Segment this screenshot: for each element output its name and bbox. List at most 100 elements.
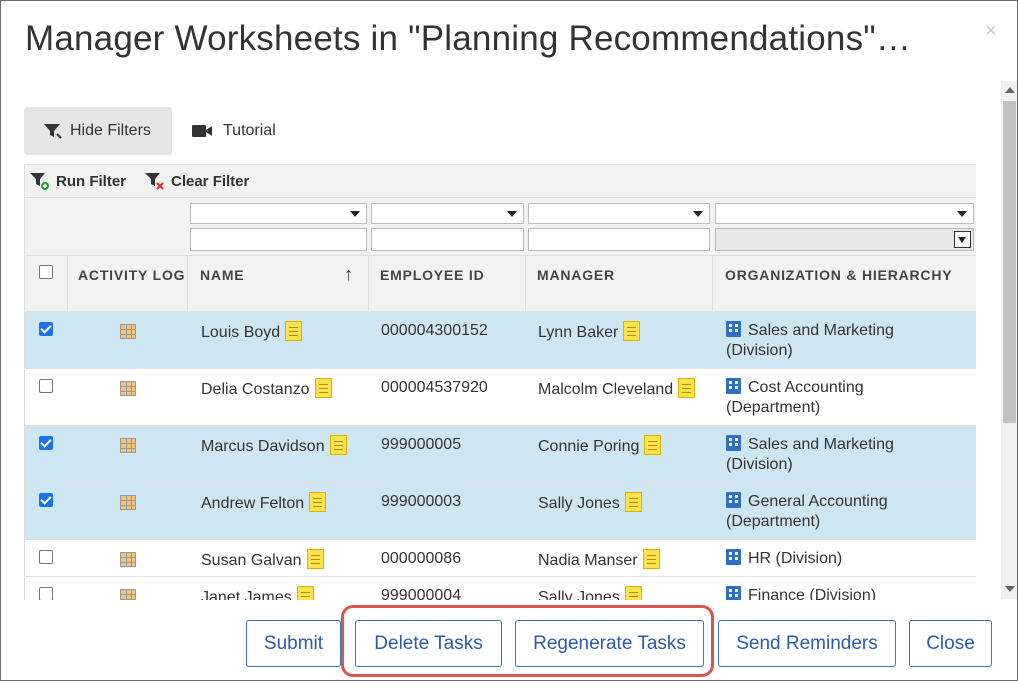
- building-icon: [726, 492, 741, 508]
- organization-level: (Department): [726, 399, 821, 416]
- column-header-activity-log[interactable]: ACTIVITY LOG: [68, 256, 188, 312]
- table-row[interactable]: Delia Costanzo 000004537920 Malcolm Clevel…: [25, 369, 976, 426]
- row-checkbox[interactable]: [39, 322, 53, 336]
- note-icon[interactable]: [624, 586, 642, 600]
- note-icon[interactable]: [644, 435, 662, 455]
- employee-name: Delia Costanzo: [201, 381, 310, 398]
- row-checkbox[interactable]: [39, 550, 53, 564]
- activity-log-icon[interactable]: [120, 589, 136, 600]
- scroll-up-arrow-icon[interactable]: [1005, 87, 1015, 93]
- column-header-name[interactable]: NAME ↑: [188, 256, 369, 312]
- note-icon[interactable]: [329, 435, 347, 455]
- organization-cell: HR (Division): [726, 549, 842, 569]
- manager-name: Sally Jones: [538, 495, 620, 512]
- column-header-organization[interactable]: ORGANIZATION & HIERARCHY: [713, 256, 976, 312]
- name-cell: Marcus Davidson: [201, 435, 347, 457]
- scroll-down-arrow-icon[interactable]: [1005, 586, 1015, 592]
- organization-name: HR (Division): [748, 550, 843, 567]
- employee-name: Janet James: [201, 589, 292, 600]
- activity-log-icon[interactable]: [120, 438, 136, 453]
- organization-level: (Division): [726, 456, 793, 473]
- organization-filter-dropdown[interactable]: [954, 231, 971, 248]
- organization-filter-input: [715, 228, 974, 251]
- note-icon[interactable]: [285, 321, 303, 341]
- employee-id-cell: 999000003: [381, 493, 462, 510]
- table-row[interactable]: Marcus Davidson 999000005 Connie Poring Sal…: [25, 426, 976, 483]
- table-row[interactable]: Janet James 999000004 Sally Jones Finance (…: [25, 577, 976, 600]
- manager-cell: Nadia Manser: [538, 549, 660, 571]
- table-row[interactable]: Susan Galvan 000000086 Nadia Manser HR (Div…: [25, 540, 976, 577]
- hide-filters-button[interactable]: Hide Filters: [24, 107, 172, 155]
- name-filter-operator[interactable]: [190, 203, 367, 224]
- employee-id-cell: 999000005: [381, 436, 462, 453]
- name-cell: Delia Costanzo: [201, 378, 332, 400]
- table-row[interactable]: Louis Boyd 000004300152 Lynn Baker Sales an…: [25, 312, 976, 369]
- close-button[interactable]: Close: [909, 620, 992, 667]
- name-cell: Janet James: [201, 586, 314, 600]
- employee-id-cell: 999000004: [381, 587, 462, 600]
- submit-button[interactable]: Submit: [246, 620, 341, 667]
- delete-tasks-button[interactable]: Delete Tasks: [355, 620, 502, 667]
- organization-name: Sales and Marketing: [748, 322, 894, 339]
- note-icon[interactable]: [623, 321, 641, 341]
- name-cell: Andrew Felton: [201, 492, 327, 514]
- note-icon[interactable]: [306, 549, 324, 569]
- organization-cell: General Accounting (Department): [726, 492, 888, 532]
- regenerate-tasks-button[interactable]: Regenerate Tasks: [515, 620, 704, 667]
- tutorial-button[interactable]: Tutorial: [191, 107, 276, 155]
- note-icon[interactable]: [642, 549, 660, 569]
- name-filter-input[interactable]: [190, 228, 367, 251]
- organization-name: Cost Accounting: [748, 379, 864, 396]
- row-checkbox[interactable]: [39, 379, 53, 393]
- employee-id-cell: 000004537920: [381, 379, 488, 396]
- note-icon[interactable]: [678, 378, 696, 398]
- note-icon[interactable]: [314, 378, 332, 398]
- select-all-checkbox[interactable]: [39, 265, 53, 279]
- manager-cell: Lynn Baker: [538, 321, 641, 343]
- organization-cell: Cost Accounting (Department): [726, 378, 864, 418]
- employee-id-cell: 000004300152: [381, 322, 488, 339]
- activity-log-icon[interactable]: [120, 495, 136, 510]
- manager-filter-operator[interactable]: [528, 203, 710, 224]
- note-icon[interactable]: [624, 492, 642, 512]
- manager-filter-input[interactable]: [528, 228, 710, 251]
- filter-add-icon: [30, 173, 49, 190]
- employee-name: Marcus Davidson: [201, 438, 325, 455]
- organization-filter-operator[interactable]: [715, 203, 974, 224]
- building-icon: [726, 321, 741, 337]
- send-reminders-button[interactable]: Send Reminders: [718, 620, 896, 667]
- scrollbar-thumb[interactable]: [1003, 101, 1016, 423]
- column-header-employee-id[interactable]: EMPLOYEE ID: [369, 256, 526, 312]
- activity-log-icon[interactable]: [120, 324, 136, 339]
- manager-worksheets-dialog: Manager Worksheets in "Planning Recommen…: [0, 0, 1018, 681]
- activity-log-icon[interactable]: [120, 552, 136, 567]
- close-icon[interactable]: ×: [985, 21, 997, 41]
- row-checkbox[interactable]: [39, 587, 53, 600]
- column-filters: [25, 198, 976, 256]
- note-icon[interactable]: [296, 586, 314, 600]
- run-filter-label: Run Filter: [56, 172, 126, 190]
- row-checkbox[interactable]: [39, 436, 53, 450]
- run-filter-button[interactable]: Run Filter: [29, 171, 126, 191]
- sort-ascending-icon: ↑: [344, 264, 354, 284]
- organization-cell: Sales and Marketing (Division): [726, 435, 894, 475]
- organization-level: (Division): [726, 342, 793, 359]
- activity-log-icon[interactable]: [120, 381, 136, 396]
- dialog-title: Manager Worksheets in "Planning Recommen…: [25, 19, 912, 58]
- employee-name: Susan Galvan: [201, 552, 302, 569]
- employee-id-filter-input[interactable]: [371, 228, 524, 251]
- organization-name: General Accounting: [748, 493, 888, 510]
- clear-filter-button[interactable]: Clear Filter: [144, 171, 249, 191]
- name-cell: Susan Galvan: [201, 549, 324, 571]
- column-header-manager[interactable]: MANAGER: [526, 256, 713, 312]
- manager-name: Malcolm Cleveland: [538, 381, 674, 398]
- note-icon[interactable]: [309, 492, 327, 512]
- select-all-cell: [25, 256, 68, 312]
- worksheet-grid: Run Filter Clear Filter ACTIVITY LOG NAM…: [24, 164, 976, 600]
- employee-id-filter-operator[interactable]: [371, 203, 524, 224]
- row-checkbox[interactable]: [39, 493, 53, 507]
- clear-filter-label: Clear Filter: [171, 172, 250, 190]
- table-row[interactable]: Andrew Felton 999000003 Sally Jones General…: [25, 483, 976, 540]
- video-camera-icon: [192, 125, 212, 137]
- manager-cell: Malcolm Cleveland: [538, 378, 696, 400]
